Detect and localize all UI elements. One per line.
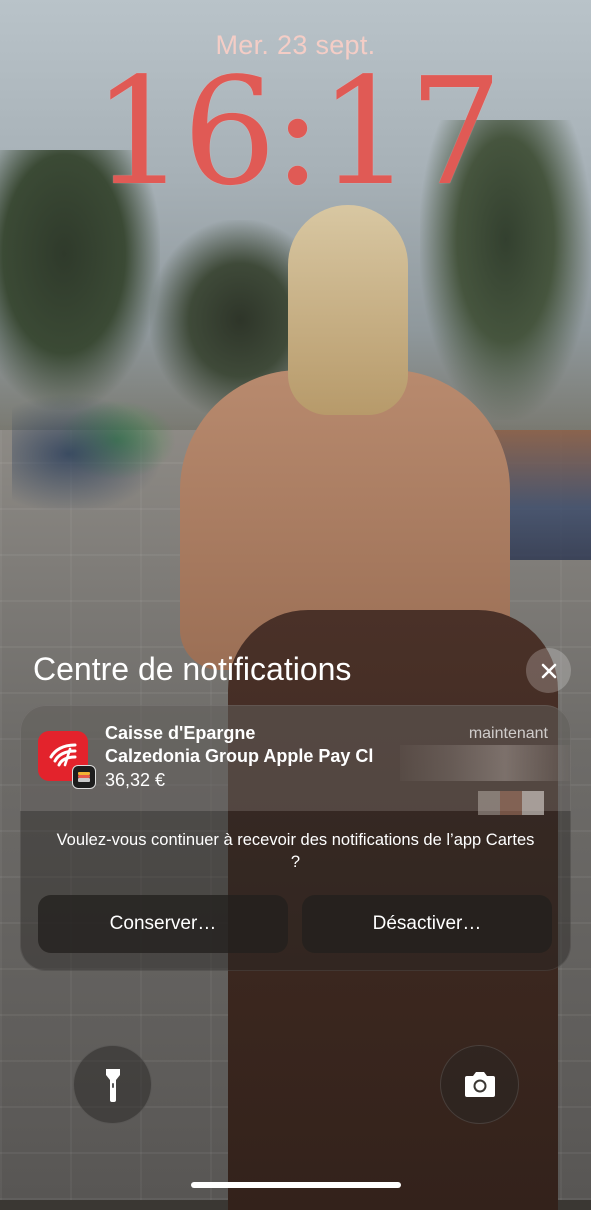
redaction-pixel [478,791,500,815]
lockscreen-time: 16:17 [92,46,503,218]
notification-title: Calzedonia Group Apple Pay Cl [105,746,374,766]
close-icon [541,663,556,678]
camera-icon [464,1071,495,1097]
flashlight-icon [105,1068,120,1102]
notification-app-name: Caisse d'Epargne [105,723,256,743]
wallpaper-person-hair [288,205,408,415]
wallpaper-people [12,370,202,510]
redaction-pixel [522,791,544,815]
keep-notifications-button[interactable]: Conserver… [38,895,288,953]
wallet-icon [72,765,96,789]
clear-notifications-button[interactable] [526,648,571,693]
redaction-pixel [500,791,522,815]
disable-notifications-button[interactable]: Désactiver… [302,895,552,953]
redacted-area [400,745,571,815]
home-indicator[interactable] [191,1182,401,1188]
flashlight-button[interactable] [73,1045,152,1124]
camera-button[interactable] [440,1045,519,1124]
notification-card[interactable]: Caisse d'Epargne Calzedonia Group Apple … [20,705,571,971]
notification-prompt-text: Voulez-vous continuer à recevoir des not… [56,831,535,871]
notification-amount: 36,32 € [105,770,166,790]
notification-center-title: Centre de notifications [33,651,352,687]
notification-timestamp: maintenant [468,725,548,742]
